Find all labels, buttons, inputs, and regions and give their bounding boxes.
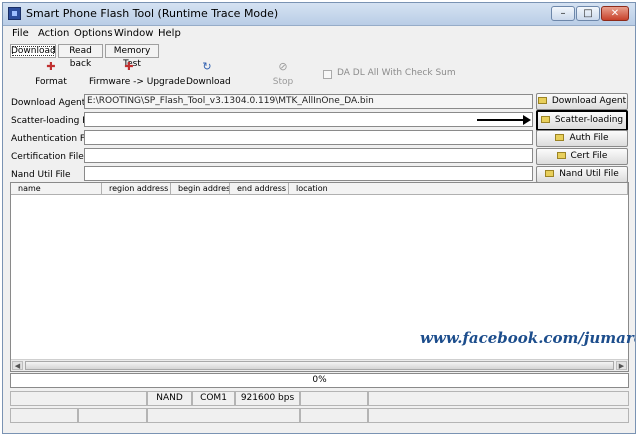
column-header-begin-address[interactable]: begin address [171,183,230,195]
status-baud: 921600 bps [235,391,300,406]
download-button[interactable]: ↻ Download [186,60,231,91]
firmware-upgrade-label: Firmware -> Upgrade [89,77,186,87]
status-cell-empty [10,408,78,423]
status-cell-empty [147,408,300,423]
format-icon: ✚ [46,60,56,73]
app-window: Smart Phone Flash Tool (Runtime Trace Mo… [2,2,636,434]
da-dl-checksum-checkbox[interactable] [323,70,332,79]
scatter-loading-button[interactable]: Scatter-loading [536,110,628,131]
tab-strip: Download Read back Memory Test [3,43,635,69]
title-bar: Smart Phone Flash Tool (Runtime Trace Mo… [3,3,635,26]
format-label: Format [35,77,67,87]
status-storage: NAND [147,391,192,406]
auth-file-button[interactable]: Auth File [536,130,628,147]
authentication-label: Authentication File [11,134,95,144]
stop-button[interactable]: ⊘ Stop [271,61,295,91]
download-agent-label: Download Agent [11,98,86,108]
column-header-region-address[interactable]: region address [102,183,171,195]
status-port: COM1 [192,391,235,406]
app-icon [8,7,21,20]
close-button[interactable]: ✕ [601,6,629,21]
status-bar: NAND COM1 921600 bps [10,391,629,406]
menu-file[interactable]: File [12,28,29,39]
scrollbar-thumb[interactable] [25,361,614,370]
authentication-path-field[interactable] [84,130,533,145]
nand-util-path-field[interactable] [84,166,533,181]
toolbar: ✚ Format ✚ Firmware -> Upgrade ↻ Downloa… [3,59,635,93]
scatter-loading-path-field[interactable] [84,112,533,127]
progress-bar: 0% [10,373,629,388]
download-icon: ↻ [202,60,212,73]
cert-file-button-label: Cert File [570,151,608,161]
menu-window[interactable]: Window [114,28,153,39]
folder-icon [545,170,555,177]
horizontal-scrollbar[interactable]: ◀ ▶ [11,359,628,371]
status-cell-empty [10,391,147,406]
scroll-left-icon[interactable]: ◀ [12,361,23,370]
folder-icon [555,134,565,141]
status-cell-empty [78,408,147,423]
format-button[interactable]: ✚ Format [33,61,69,91]
stop-label: Stop [272,77,294,87]
auth-file-button-label: Auth File [569,133,609,143]
maximize-button[interactable]: □ [576,6,600,21]
status-cell-empty [368,391,629,406]
firmware-upgrade-icon: ✚ [124,60,134,73]
folder-icon [556,152,566,159]
nand-util-label: Nand Util File [11,170,71,180]
column-header-name[interactable]: name [11,183,102,195]
nand-util-file-button-label: Nand Util File [559,169,619,179]
status-cell-empty [300,408,368,423]
column-header-end-address[interactable]: end address [230,183,289,195]
folder-icon [540,116,550,123]
menu-help[interactable]: Help [158,28,181,39]
column-header-location[interactable]: location [289,183,628,195]
download-label: Download [186,77,231,87]
nand-util-file-button[interactable]: Nand Util File [536,166,628,183]
firmware-upgrade-button[interactable]: ✚ Firmware -> Upgrade [89,60,186,91]
window-title: Smart Phone Flash Tool (Runtime Trace Mo… [26,7,279,20]
download-agent-path-field[interactable]: E:\ROOTING\SP_Flash_Tool_v3.1304.0.119\M… [84,94,533,109]
progress-text: 0% [312,375,327,385]
tab-download[interactable]: Download [10,44,56,58]
stop-icon: ⊘ [278,60,288,73]
watermark-text: www.facebook.com/jumaro28 [420,329,635,347]
tab-memory-test[interactable]: Memory Test [105,44,159,69]
download-agent-button-label: Download Agent [551,96,627,106]
annotation-arrow [477,115,531,125]
menu-options[interactable]: Options [74,28,113,39]
scroll-right-icon[interactable]: ▶ [616,361,627,370]
folder-icon [537,97,547,104]
cert-file-button[interactable]: Cert File [536,148,628,165]
menu-bar: File Action Options Window Help [3,26,635,43]
status-cell-empty [300,391,368,406]
status-bar-lower [10,408,629,423]
da-dl-checksum-label: DA DL All With Check Sum [337,68,456,78]
tab-read-back[interactable]: Read back [58,44,103,69]
status-cell-empty [368,408,629,423]
certification-path-field[interactable] [84,148,533,163]
certification-label: Certification File [11,152,84,162]
menu-action[interactable]: Action [38,28,69,39]
scatter-loading-button-label: Scatter-loading [554,115,624,125]
minimize-button[interactable]: – [551,6,575,21]
download-agent-button[interactable]: Download Agent [536,93,628,110]
